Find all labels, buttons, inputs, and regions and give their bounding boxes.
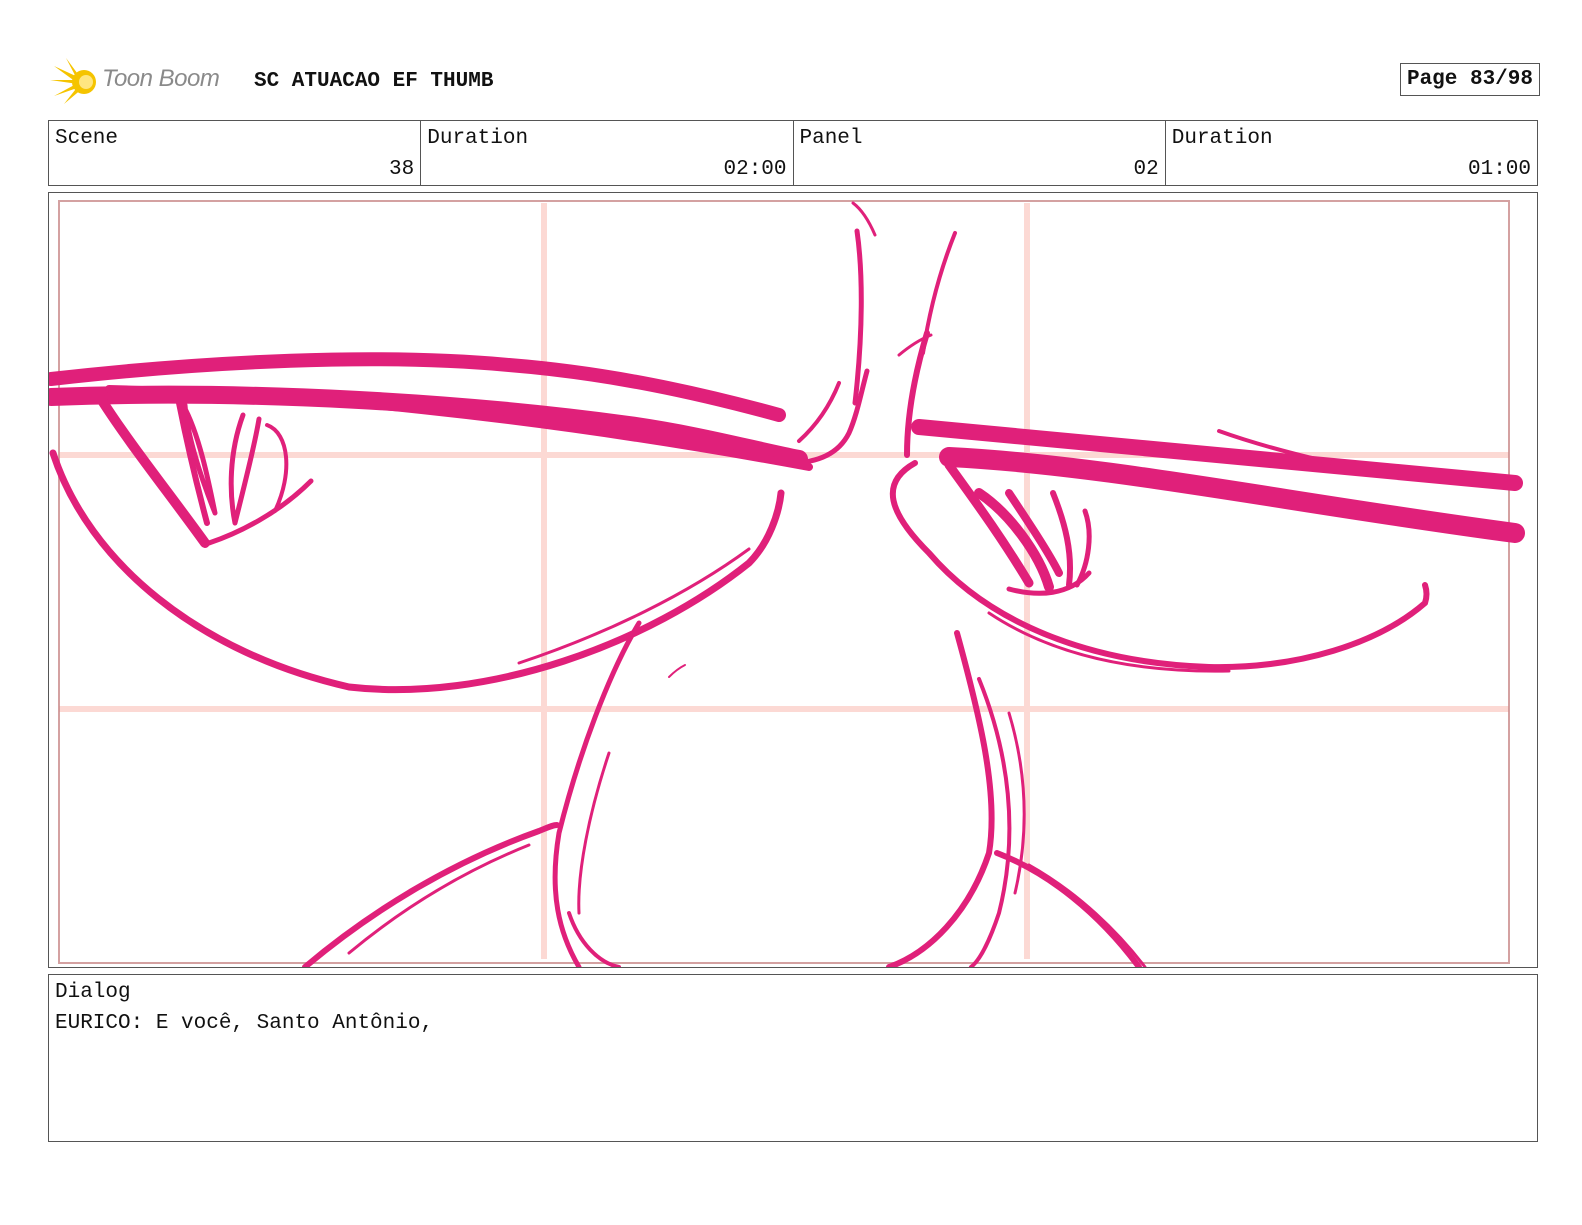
left-shoulder-curve [302,822,560,967]
scene-duration-value: 02:00 [723,158,787,181]
scene-value: 38 [389,158,415,181]
left-eye-lash-4 [228,412,262,526]
dialog-text: EURICO: E você, Santo Antônio, [55,1012,434,1035]
panel-duration-label: Duration [1171,127,1273,150]
storyboard-title: SC ATUACAO EF THUMB [254,70,494,93]
panel-drawing [49,200,1525,967]
scene-label: Scene [55,127,119,150]
scene-duration-cell: Duration 02:00 [421,121,794,185]
panel-label: Panel [799,127,863,150]
left-brow-tip-2 [797,381,841,443]
panel-cell: Panel 02 [794,121,1166,185]
scene-duration-label: Duration [427,127,529,150]
page-number: Page 83/98 [1399,63,1540,96]
safe-frame [58,200,1510,964]
storyboard-panel [48,192,1538,968]
left-eye-lower [206,478,314,546]
page-header: Toon Boom SC ATUACAO EF THUMB Page 83/98 [50,56,1540,106]
center-stroke-4 [904,330,930,458]
info-row: Scene 38 Duration 02:00 Panel 02 Duratio… [48,120,1538,186]
toon-boom-logo: Toon Boom [50,56,240,106]
left-eye-lash-5 [265,423,289,513]
thirds-guide-grid [59,203,1509,959]
center-small-tick [668,664,686,678]
left-cheek-curve-2 [517,547,751,665]
panel-duration-cell: Duration 01:00 [1166,121,1537,185]
panel-duration-value: 01:00 [1467,158,1531,181]
sketch-drawing [49,201,1525,967]
dialog-box: Dialog EURICO: E você, Santo Antônio, [48,974,1538,1142]
panel-value: 02 [1133,158,1159,181]
center-stroke-2 [852,228,864,406]
toon-boom-flare-icon [50,58,96,104]
center-right-neck [886,630,995,967]
left-shoulder-curve-2 [347,843,531,955]
scene-cell: Scene 38 [49,121,422,185]
center-left-neck-2 [577,751,611,915]
logo-text: Toon Boom [102,65,220,92]
dialog-label: Dialog [55,981,131,1004]
